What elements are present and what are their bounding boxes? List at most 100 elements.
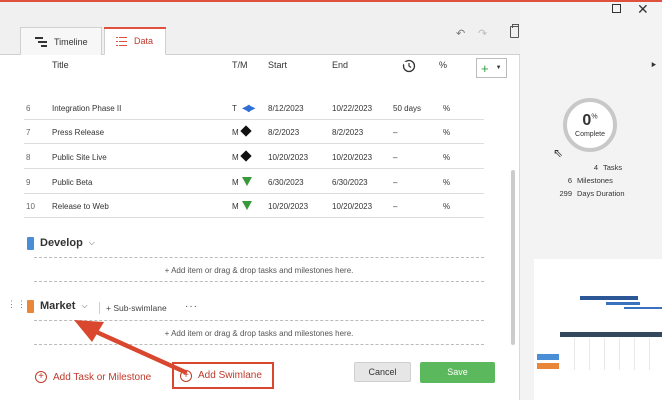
row-start: 8/12/2023 bbox=[268, 104, 304, 113]
duration-clock-icon bbox=[402, 59, 416, 73]
row-duration: – bbox=[393, 128, 398, 137]
row-number: 8 bbox=[26, 153, 31, 162]
drag-grip-icon[interactable]: ⋮⋮ bbox=[7, 300, 26, 312]
redo-icon[interactable]: ↷ bbox=[478, 27, 487, 40]
row-type: M bbox=[232, 128, 239, 137]
tab-bar: Timeline Data ↶ ↷ bbox=[0, 2, 520, 55]
add-sub-swimlane-button[interactable]: + Sub-swimlane bbox=[106, 303, 167, 313]
row-percent[interactable]: % bbox=[443, 178, 450, 187]
save-button[interactable]: Save bbox=[420, 362, 495, 383]
stat-tasks: 4 Tasks bbox=[594, 163, 622, 172]
row-duration: – bbox=[393, 178, 398, 187]
milestone-triangle-icon bbox=[242, 201, 252, 212]
preview-scale bbox=[560, 332, 662, 337]
chevron-down-icon[interactable]: ⌵ bbox=[89, 238, 95, 248]
preview-bar bbox=[606, 302, 640, 305]
row-start: 10/20/2023 bbox=[268, 153, 309, 162]
tab-timeline-label: Timeline bbox=[54, 36, 88, 47]
completion-label: Complete bbox=[575, 130, 605, 138]
swimlane-develop[interactable]: Develop ⌵ bbox=[27, 235, 95, 251]
row-percent[interactable]: % bbox=[443, 128, 450, 137]
row-end: 6/30/2023 bbox=[332, 178, 368, 187]
swimlane-market[interactable]: Market ⌵ bbox=[27, 298, 88, 314]
table-row[interactable]: 9 Public Beta M 6/30/2023 6/30/2023 – % bbox=[24, 170, 484, 194]
preview-grid bbox=[560, 338, 662, 370]
row-number: 10 bbox=[26, 202, 35, 211]
stat-tasks-count: 4 bbox=[593, 163, 598, 172]
row-type: T bbox=[232, 104, 237, 113]
row-number: 6 bbox=[26, 104, 31, 113]
swimlane-drop-zone[interactable]: + Add item or drag & drop tasks and mile… bbox=[34, 320, 484, 345]
data-editor-panel: Timeline Data ↶ ↷ Title T/M Start End % … bbox=[0, 2, 520, 400]
row-title: Public Beta bbox=[52, 178, 93, 187]
close-icon[interactable]: ✕ bbox=[637, 1, 649, 18]
table-row[interactable]: 10 Release to Web M 10/20/2023 10/20/202… bbox=[24, 194, 484, 218]
timeline-icon bbox=[35, 37, 47, 47]
row-title: Integration Phase II bbox=[52, 104, 122, 113]
chevron-down-icon: ▼ bbox=[495, 65, 502, 71]
more-options-icon[interactable]: ··· bbox=[185, 301, 198, 312]
stat-duration-count: 299 bbox=[559, 189, 572, 198]
stat-duration: 299 Days Duration bbox=[559, 189, 624, 198]
row-percent[interactable]: % bbox=[443, 153, 450, 162]
swimlane-color-swatch[interactable] bbox=[27, 299, 34, 313]
row-number: 7 bbox=[26, 128, 31, 137]
add-task-or-milestone-button[interactable]: + Add Task or Milestone bbox=[35, 371, 151, 383]
stat-milestones-label: Milestones bbox=[577, 176, 613, 185]
preview-swimlane bbox=[537, 363, 559, 369]
preview-swimlane bbox=[537, 354, 559, 360]
row-title: Public Site Live bbox=[52, 153, 107, 162]
row-duration: – bbox=[393, 202, 398, 211]
task-arrow-icon: ◀▶ bbox=[242, 103, 255, 114]
column-header-start: Start bbox=[268, 60, 288, 70]
table-row[interactable]: 8 Public Site Live M 10/20/2023 10/20/20… bbox=[24, 145, 484, 169]
divider bbox=[99, 302, 100, 314]
cancel-button[interactable]: Cancel bbox=[354, 362, 411, 382]
milestone-triangle-icon bbox=[242, 177, 252, 188]
clipboard-icon[interactable] bbox=[510, 24, 519, 38]
add-swimlane-label: Add Swimlane bbox=[198, 370, 262, 381]
row-percent[interactable]: % bbox=[443, 104, 450, 113]
add-task-label: Add Task or Milestone bbox=[53, 371, 152, 383]
row-duration: – bbox=[393, 153, 398, 162]
row-start: 8/2/2023 bbox=[268, 128, 300, 137]
row-end: 10/22/2023 bbox=[332, 104, 373, 113]
preview-bar bbox=[580, 296, 638, 300]
column-header-tm: T/M bbox=[232, 60, 248, 70]
row-end: 10/20/2023 bbox=[332, 153, 373, 162]
chevron-down-icon[interactable]: ⌵ bbox=[81, 301, 87, 311]
column-header-percent: % bbox=[439, 60, 448, 70]
stat-milestones-count: 6 bbox=[567, 176, 572, 185]
completion-gauge: 0% Complete bbox=[563, 98, 617, 152]
swimlane-name-input[interactable]: Market bbox=[40, 300, 75, 312]
row-type: M bbox=[232, 153, 239, 162]
row-end: 10/20/2023 bbox=[332, 202, 373, 211]
stat-milestones: 6 Milestones bbox=[568, 176, 613, 185]
tab-timeline[interactable]: Timeline bbox=[20, 27, 102, 55]
table-row[interactable]: 6 Integration Phase II T ◀▶ 8/12/2023 10… bbox=[24, 96, 484, 120]
plus-circle-icon: + bbox=[180, 369, 192, 382]
row-end: 8/2/2023 bbox=[332, 128, 364, 137]
undo-icon[interactable]: ↶ bbox=[456, 27, 465, 40]
table-row[interactable]: 7 Press Release M 8/2/2023 8/2/2023 – % bbox=[24, 120, 484, 144]
expand-right-icon[interactable]: ⯈ bbox=[650, 60, 657, 71]
swimlane-drop-zone[interactable]: + Add item or drag & drop tasks and mile… bbox=[34, 257, 484, 282]
plus-circle-icon: + bbox=[35, 371, 47, 383]
vertical-scrollbar[interactable] bbox=[511, 170, 515, 345]
tab-data[interactable]: Data bbox=[104, 27, 166, 55]
timeline-preview-thumbnail[interactable] bbox=[534, 259, 662, 400]
row-duration: 50 days bbox=[393, 104, 422, 113]
add-item-button[interactable]: + ▼ bbox=[476, 58, 507, 78]
add-swimlane-button[interactable]: + Add Swimlane bbox=[172, 362, 274, 389]
maximize-icon[interactable] bbox=[612, 4, 621, 13]
row-start: 10/20/2023 bbox=[268, 202, 309, 211]
row-type: M bbox=[232, 178, 239, 187]
tab-data-label: Data bbox=[134, 36, 154, 46]
row-number: 9 bbox=[26, 178, 31, 187]
swimlane-name[interactable]: Develop bbox=[40, 237, 83, 249]
row-title: Release to Web bbox=[52, 202, 109, 211]
row-percent[interactable]: % bbox=[443, 202, 450, 211]
swimlane-color-swatch[interactable] bbox=[27, 236, 34, 250]
row-start: 6/30/2023 bbox=[268, 178, 304, 187]
data-list-icon bbox=[116, 36, 127, 46]
